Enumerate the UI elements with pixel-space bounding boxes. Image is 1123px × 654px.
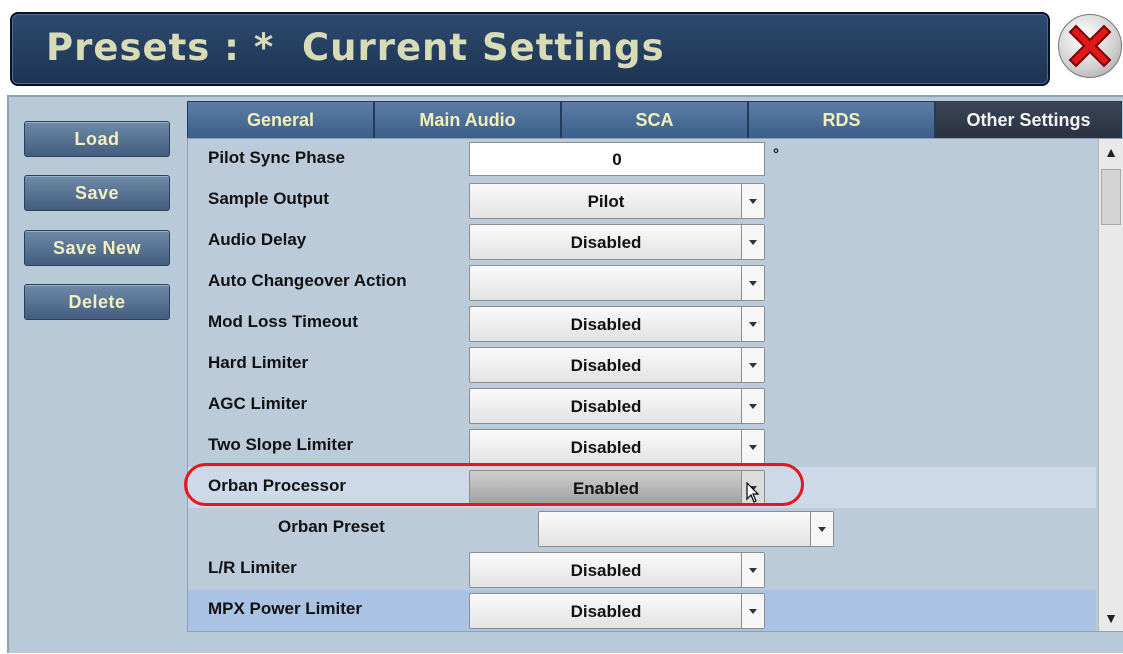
chevron-down-icon[interactable] (741, 389, 764, 423)
setting-label: MPX Power Limiter (208, 599, 362, 618)
dropdown-value: Disabled (570, 561, 642, 580)
save-button[interactable]: Save (24, 175, 170, 211)
setting-label: Orban Preset (278, 517, 385, 536)
settings-list: Pilot Sync Phase 0 ° Sample Output Pilot… (187, 138, 1123, 632)
title-bar: Presets : * Current Settings (10, 12, 1050, 86)
close-x-icon (1068, 24, 1112, 68)
chevron-down-icon[interactable] (741, 594, 764, 628)
chevron-down-icon[interactable] (741, 430, 764, 464)
setting-row-pilot-sync-phase: Pilot Sync Phase 0 ° (188, 139, 1096, 180)
chevron-down-icon[interactable] (810, 512, 833, 546)
setting-row-audio-delay: Audio Delay Disabled (188, 221, 1096, 262)
dropdown-value (539, 512, 811, 546)
mod-loss-timeout-dropdown[interactable]: Disabled (469, 306, 765, 342)
setting-label: Two Slope Limiter (208, 435, 354, 454)
orban-preset-dropdown[interactable] (538, 511, 834, 547)
close-button[interactable] (1058, 14, 1122, 78)
audio-delay-dropdown[interactable]: Disabled (469, 224, 765, 260)
chevron-down-icon[interactable] (741, 348, 764, 382)
tab-main-audio[interactable]: Main Audio (374, 101, 561, 138)
save-new-button[interactable]: Save New (24, 230, 170, 266)
pilot-sync-phase-input[interactable]: 0 (469, 142, 765, 176)
setting-label: Hard Limiter (208, 353, 309, 372)
setting-row-mod-loss-timeout: Mod Loss Timeout Disabled (188, 303, 1096, 344)
tab-bar: General Main Audio SCA RDS Other Setting… (187, 101, 1122, 138)
lr-limiter-dropdown[interactable]: Disabled (469, 552, 765, 588)
chevron-down-icon[interactable] (741, 184, 764, 218)
chevron-down-icon[interactable] (741, 266, 764, 300)
hard-limiter-dropdown[interactable]: Disabled (469, 347, 765, 383)
setting-row-mpx-power-limiter: MPX Power Limiter Disabled (188, 590, 1096, 631)
tab-other-settings[interactable]: Other Settings (935, 101, 1122, 138)
annotation-highlight-ring (184, 463, 804, 506)
setting-label: Audio Delay (208, 230, 307, 249)
setting-label: Auto Changeover Action (208, 271, 407, 290)
sample-output-dropdown[interactable]: Pilot (469, 183, 765, 219)
dropdown-value: Pilot (587, 192, 625, 211)
tab-general[interactable]: General (187, 101, 374, 138)
setting-label: L/R Limiter (208, 558, 297, 577)
dropdown-value: Disabled (570, 356, 642, 375)
load-button[interactable]: Load (24, 121, 170, 157)
dropdown-value: Disabled (570, 438, 642, 457)
dropdown-value (470, 266, 742, 300)
tab-rds[interactable]: RDS (748, 101, 935, 138)
setting-row-auto-changeover: Auto Changeover Action (188, 262, 1096, 303)
vertical-scrollbar[interactable]: ▲ ▼ (1098, 139, 1123, 631)
chevron-down-icon[interactable] (741, 307, 764, 341)
chevron-down-icon[interactable] (741, 225, 764, 259)
scroll-thumb[interactable] (1101, 169, 1121, 225)
setting-label: Sample Output (208, 189, 329, 208)
dropdown-value: Disabled (570, 602, 642, 621)
setting-row-agc-limiter: AGC Limiter Disabled (188, 385, 1096, 426)
scroll-up-arrow-icon[interactable]: ▲ (1099, 139, 1123, 165)
agc-limiter-dropdown[interactable]: Disabled (469, 388, 765, 424)
tab-sca[interactable]: SCA (561, 101, 748, 138)
mpx-power-limiter-dropdown[interactable]: Disabled (469, 593, 765, 629)
chevron-down-icon[interactable] (741, 553, 764, 587)
setting-label: AGC Limiter (208, 394, 308, 413)
settings-panel: Load Save Save New Delete General Main A… (7, 95, 1123, 653)
setting-row-sample-output: Sample Output Pilot (188, 180, 1096, 221)
setting-row-hard-limiter: Hard Limiter Disabled (188, 344, 1096, 385)
mouse-pointer-icon (746, 482, 760, 503)
dropdown-value: Disabled (570, 315, 642, 334)
auto-changeover-dropdown[interactable] (469, 265, 765, 301)
setting-label: Pilot Sync Phase (208, 148, 345, 167)
setting-label: Mod Loss Timeout (208, 312, 358, 331)
two-slope-limiter-dropdown[interactable]: Disabled (469, 429, 765, 465)
page-title: Presets : * Current Settings (46, 26, 665, 69)
setting-row-lr-limiter: L/R Limiter Disabled (188, 549, 1096, 590)
delete-button[interactable]: Delete (24, 284, 170, 320)
setting-row-two-slope-limiter: Two Slope Limiter Disabled (188, 426, 1096, 467)
dropdown-value: Disabled (570, 233, 642, 252)
setting-row-orban-preset: Orban Preset (188, 508, 1096, 549)
scroll-down-arrow-icon[interactable]: ▼ (1099, 605, 1123, 631)
dropdown-value: Disabled (570, 397, 642, 416)
degree-unit: ° (773, 146, 779, 163)
